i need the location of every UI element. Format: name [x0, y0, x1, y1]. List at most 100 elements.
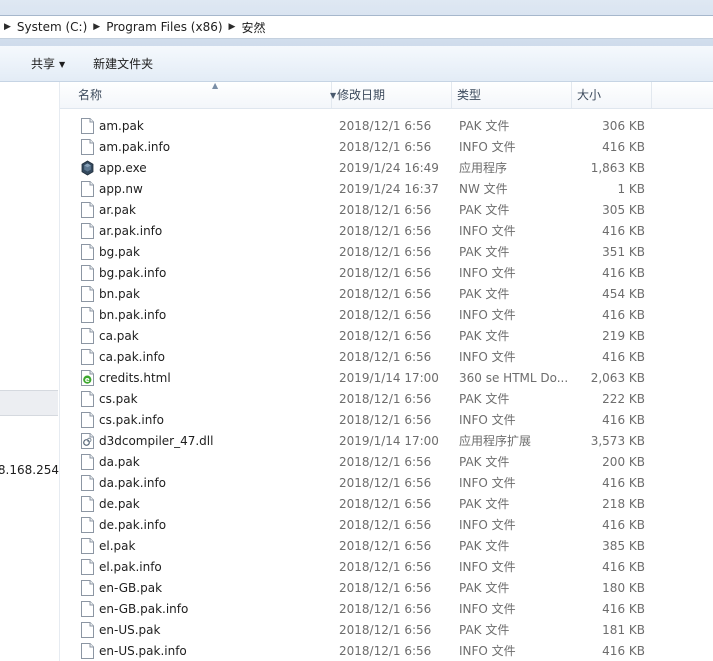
breadcrumb-item-drive[interactable]: System (C:) [17, 20, 87, 34]
breadcrumb-separator-icon[interactable]: ▶ [229, 22, 236, 32]
generic-file-icon [81, 475, 94, 491]
file-size: 1,863 KB [590, 161, 645, 175]
file-row[interactable]: bg.pak 2018/12/1 6:56 PAK 文件 351 KB [60, 242, 713, 263]
file-type: INFO 文件 [459, 518, 516, 532]
generic-file-icon [81, 328, 94, 344]
file-size: 218 KB [602, 497, 645, 511]
file-row[interactable]: da.pak 2018/12/1 6:56 PAK 文件 200 KB [60, 452, 713, 473]
file-size: 416 KB [602, 560, 645, 574]
column-header-type[interactable]: 类型 [452, 82, 572, 108]
file-size: 180 KB [602, 581, 645, 595]
column-header-row: 名称 ▲ ▼ 修改日期 类型 大小 [60, 81, 713, 109]
new-folder-button[interactable]: 新建文件夹 [93, 55, 153, 72]
file-name: cs.pak.info [99, 413, 164, 427]
file-row[interactable]: en-GB.pak.info 2018/12/1 6:56 INFO 文件 416 K… [60, 599, 713, 620]
file-type: INFO 文件 [459, 644, 516, 658]
file-row[interactable]: ca.pak.info 2018/12/1 6:56 INFO 文件 416 KB [60, 347, 713, 368]
file-size: 3,573 KB [590, 434, 645, 448]
file-modified-date: 2018/12/1 6:56 [339, 287, 432, 301]
file-modified-date: 2018/12/1 6:56 [339, 329, 432, 343]
file-name: am.pak.info [99, 140, 171, 154]
file-row[interactable]: bn.pak 2018/12/1 6:56 PAK 文件 454 KB [60, 284, 713, 305]
file-row[interactable]: de.pak 2018/12/1 6:56 PAK 文件 218 KB [60, 494, 713, 515]
file-modified-date: 2018/12/1 6:56 [339, 455, 432, 469]
file-modified-date: 2018/12/1 6:56 [339, 392, 432, 406]
file-modified-date: 2018/12/1 6:56 [339, 581, 432, 595]
breadcrumb-item-program-files[interactable]: Program Files (x86) [106, 20, 222, 34]
file-type: INFO 文件 [459, 350, 516, 364]
column-header-name[interactable]: 名称 ▲ ▼ [73, 81, 336, 108]
file-size: 306 KB [602, 119, 645, 133]
generic-file-icon [81, 307, 94, 323]
file-row[interactable]: ca.pak 2018/12/1 6:56 PAK 文件 219 KB [60, 326, 713, 347]
file-row[interactable]: cs.pak.info 2018/12/1 6:56 INFO 文件 416 KB [60, 410, 713, 431]
file-type: INFO 文件 [459, 266, 516, 280]
file-name: en-GB.pak.info [99, 602, 189, 616]
file-row[interactable]: am.pak 2018/12/1 6:56 PAK 文件 306 KB [60, 116, 713, 137]
file-size: 416 KB [602, 140, 645, 154]
nav-item-network-host[interactable]: 192.168.168.254 [0, 463, 59, 477]
file-size: 200 KB [602, 455, 645, 469]
file-size: 1 KB [617, 182, 645, 196]
share-button[interactable]: 共享 ▼ [31, 55, 65, 72]
breadcrumb[interactable]: ▶ System (C:) ▶ Program Files (x86) ▶ 安然 [0, 15, 713, 39]
file-type: PAK 文件 [459, 581, 510, 595]
file-size: 2,063 KB [590, 371, 645, 385]
file-row[interactable]: el.pak.info 2018/12/1 6:56 INFO 文件 416 KB [60, 557, 713, 578]
file-type: PAK 文件 [459, 623, 510, 637]
file-size: 416 KB [602, 224, 645, 238]
file-modified-date: 2018/12/1 6:56 [339, 245, 432, 259]
file-type: 应用程序扩展 [459, 434, 532, 448]
file-row[interactable]: app.nw 2019/1/24 16:37 NW 文件 1 KB [60, 179, 713, 200]
sort-ascending-icon: ▲ [212, 81, 219, 90]
file-row[interactable]: bg.pak.info 2018/12/1 6:56 INFO 文件 416 KB [60, 263, 713, 284]
file-name: app.exe [99, 161, 147, 175]
file-row[interactable]: bn.pak.info 2018/12/1 6:56 INFO 文件 416 KB [60, 305, 713, 326]
file-size: 416 KB [602, 308, 645, 322]
file-row[interactable]: en-US.pak 2018/12/1 6:56 PAK 文件 181 KB [60, 620, 713, 641]
navigation-pane[interactable]: 192.168.168.254 [0, 82, 60, 661]
file-row[interactable]: cs.pak 2018/12/1 6:56 PAK 文件 222 KB [60, 389, 713, 410]
file-modified-date: 2018/12/1 6:56 [339, 539, 432, 553]
breadcrumb-separator-icon[interactable]: ▶ [93, 22, 100, 32]
file-row[interactable]: en-US.pak.info 2018/12/1 6:56 INFO 文件 416 K… [60, 641, 713, 661]
generic-file-icon [81, 349, 94, 365]
file-type: 360 se HTML Do... [459, 371, 569, 385]
file-row[interactable]: e credits.html 2019/1/14 17:00 360 se HTML … [60, 368, 713, 389]
nav-selected-item[interactable] [0, 390, 58, 416]
file-size: 416 KB [602, 413, 645, 427]
file-name: de.pak [99, 497, 140, 511]
file-type: PAK 文件 [459, 329, 510, 343]
file-row[interactable]: app.exe 2019/1/24 16:49 应用程序 1,863 KB [60, 158, 713, 179]
file-size: 416 KB [602, 518, 645, 532]
file-name: am.pak [99, 119, 144, 133]
file-size: 416 KB [602, 476, 645, 490]
file-row[interactable]: ar.pak 2018/12/1 6:56 PAK 文件 305 KB [60, 200, 713, 221]
file-row[interactable]: ar.pak.info 2018/12/1 6:56 INFO 文件 416 KB [60, 221, 713, 242]
file-row[interactable]: en-GB.pak 2018/12/1 6:56 PAK 文件 180 KB [60, 578, 713, 599]
column-header-size[interactable]: 大小 [572, 82, 652, 108]
share-button-label: 共享 [31, 57, 56, 71]
file-modified-date: 2018/12/1 6:56 [339, 476, 432, 490]
column-header-name-label: 名称 [78, 88, 103, 102]
file-row[interactable]: d3dcompiler_47.dll 2019/1/14 17:00 应用程序扩展 3… [60, 431, 713, 452]
generic-file-icon [81, 412, 94, 428]
generic-file-icon [81, 538, 94, 554]
file-size: 454 KB [602, 287, 645, 301]
breadcrumb-item-current-folder[interactable]: 安然 [241, 19, 265, 36]
breadcrumb-separator-icon[interactable]: ▶ [4, 22, 11, 32]
file-row[interactable]: am.pak.info 2018/12/1 6:56 INFO 文件 416 KB [60, 137, 713, 158]
file-size: 219 KB [602, 329, 645, 343]
file-modified-date: 2018/12/1 6:56 [339, 224, 432, 238]
file-row[interactable]: el.pak 2018/12/1 6:56 PAK 文件 385 KB [60, 536, 713, 557]
file-type: INFO 文件 [459, 224, 516, 238]
file-name: ca.pak.info [99, 350, 166, 364]
file-modified-date: 2018/12/1 6:56 [339, 518, 432, 532]
file-row[interactable]: da.pak.info 2018/12/1 6:56 INFO 文件 416 KB [60, 473, 713, 494]
column-header-date[interactable]: 修改日期 [332, 82, 452, 108]
file-name: en-GB.pak [99, 581, 163, 595]
file-modified-date: 2019/1/24 16:37 [339, 182, 439, 196]
file-size: 385 KB [602, 539, 645, 553]
file-row[interactable]: de.pak.info 2018/12/1 6:56 INFO 文件 416 KB [60, 515, 713, 536]
generic-file-icon [81, 223, 94, 239]
